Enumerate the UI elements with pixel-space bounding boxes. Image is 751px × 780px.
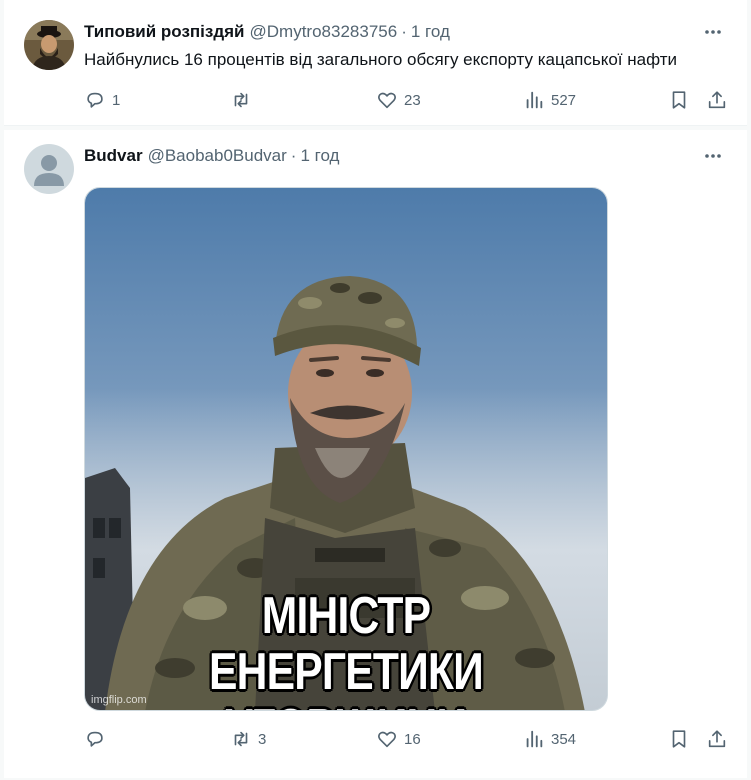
views-bar-chart-icon	[526, 730, 543, 748]
post-actions: 3 16 354	[84, 727, 727, 751]
post-header: Типовий розпіздяй @Dmytro83283756 · 1 го…	[84, 20, 727, 44]
more-horizontal-icon[interactable]	[699, 144, 727, 168]
views-button[interactable]: 527	[523, 88, 576, 112]
repost-button[interactable]: 3	[230, 727, 266, 751]
author-handle[interactable]: @Baobab0Budvar	[148, 146, 287, 166]
reply-icon	[87, 731, 103, 747]
post-header: Budvar @Baobab0Budvar · 1 год	[84, 144, 727, 168]
default-avatar-icon	[24, 144, 74, 194]
views-bar-chart-icon	[526, 91, 543, 109]
meme-caption-bottom: ЕНЕРГЕТИКИ УГОРЩИНИ	[209, 643, 484, 710]
post-time[interactable]: 1 год	[300, 146, 339, 166]
post-card[interactable]: Типовий розпіздяй @Dmytro83283756 · 1 го…	[4, 0, 747, 126]
repost-count: 3	[258, 730, 267, 748]
more-horizontal-icon[interactable]	[699, 20, 727, 44]
like-button[interactable]: 23	[376, 88, 421, 112]
view-count: 527	[551, 91, 577, 109]
meme-caption-top: МІНІСТР	[261, 587, 431, 645]
views-button[interactable]: 354	[523, 727, 576, 751]
reply-icon	[87, 92, 103, 108]
avatar-photo	[24, 20, 74, 70]
bookmark-button[interactable]	[668, 88, 690, 112]
author-handle[interactable]: @Dmytro83283756	[250, 22, 398, 42]
post-media-image[interactable]: МІНІСТР ЕНЕРГЕТИКИ УГОРЩИНИ imgflip.com	[84, 187, 608, 711]
view-count: 354	[551, 730, 577, 748]
bookmark-icon	[672, 730, 686, 748]
reply-button[interactable]	[84, 727, 112, 751]
bookmark-button[interactable]	[668, 727, 690, 751]
repost-icon	[234, 731, 248, 747]
share-icon	[708, 730, 726, 748]
like-count: 16	[404, 730, 421, 748]
heart-icon	[378, 92, 396, 109]
share-icon	[708, 91, 726, 109]
like-count: 23	[404, 91, 421, 109]
post-text: Найбнулись 16 процентів від загального о…	[84, 50, 677, 69]
repost-icon	[234, 92, 248, 108]
post-time[interactable]: 1 год	[411, 22, 450, 42]
separator-dot: ·	[290, 146, 297, 165]
reply-button[interactable]: 1	[84, 88, 120, 112]
post-card[interactable]: Budvar @Baobab0Budvar · 1 год МІНІСТР ЕН…	[4, 130, 747, 778]
reply-count: 1	[112, 91, 121, 109]
author-name[interactable]: Budvar	[84, 146, 143, 166]
separator-dot: ·	[401, 22, 407, 41]
author-avatar[interactable]	[24, 144, 74, 194]
bookmark-icon	[672, 91, 686, 109]
repost-button[interactable]	[230, 88, 258, 112]
author-name[interactable]: Типовий розпіздяй	[84, 22, 245, 42]
share-button[interactable]	[706, 727, 728, 751]
like-button[interactable]: 16	[376, 727, 421, 751]
share-button[interactable]	[706, 88, 728, 112]
post-actions: 1 23 527	[84, 88, 727, 112]
imgflip-watermark: imgflip.com	[91, 694, 147, 706]
heart-icon	[378, 731, 396, 748]
author-avatar[interactable]	[24, 20, 74, 70]
